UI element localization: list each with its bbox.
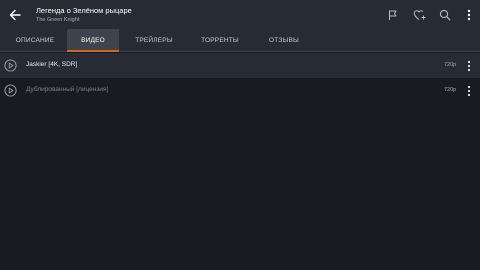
tab-label: ОПИСАНИЕ	[15, 36, 55, 44]
active-tab-indicator	[67, 50, 119, 52]
app-window: Легенда о Зелёном рыцаре The Green Knigh…	[0, 0, 480, 270]
toolbar: Легенда о Зелёном рыцаре The Green Knigh…	[0, 0, 480, 29]
page-subtitle: The Green Knight	[36, 16, 80, 23]
play-circle-icon	[4, 84, 17, 97]
tab-reviews[interactable]: ОТЗЫВЫ	[256, 29, 312, 51]
video-list-item[interactable]: Jaskier [4K, SDR] 720p	[0, 53, 480, 78]
tab-label: ТОРРЕНТЫ	[201, 36, 239, 44]
tab-label: ТРЕЙЛЕРЫ	[135, 36, 173, 44]
tab-label: ВИДЕО	[81, 36, 105, 44]
title-block: Легенда о Зелёном рыцаре The Green Knigh…	[36, 7, 132, 23]
back-arrow-icon[interactable]	[6, 6, 23, 23]
search-icon[interactable]	[438, 8, 452, 22]
video-title: Дублированный [лицензия]	[26, 86, 109, 93]
tab-description[interactable]: ОПИСАНИЕ	[6, 29, 64, 51]
tab-bar: ОПИСАНИЕ ВИДЕО ТРЕЙЛЕРЫ ТОРРЕНТЫ ОТЗЫВЫ	[0, 29, 480, 52]
play-circle-icon	[4, 59, 17, 72]
heart-add-icon[interactable]	[412, 8, 426, 22]
video-quality: 720p	[444, 87, 457, 93]
video-title: Jaskier [4K, SDR]	[26, 61, 78, 68]
more-vertical-icon[interactable]	[463, 83, 475, 98]
page-title: Легенда о Зелёном рыцаре	[36, 6, 132, 15]
video-quality: 720p	[444, 62, 457, 68]
tab-label: ОТЗЫВЫ	[269, 36, 299, 44]
tab-video[interactable]: ВИДЕО	[67, 29, 119, 52]
tab-torrents[interactable]: ТОРРЕНТЫ	[190, 29, 250, 51]
video-list-item[interactable]: Дублированный [лицензия] 720p	[0, 78, 480, 103]
flag-icon[interactable]	[386, 8, 400, 22]
more-vertical-icon[interactable]	[462, 8, 476, 22]
tab-trailers[interactable]: ТРЕЙЛЕРЫ	[124, 29, 184, 51]
more-vertical-icon[interactable]	[463, 58, 475, 73]
